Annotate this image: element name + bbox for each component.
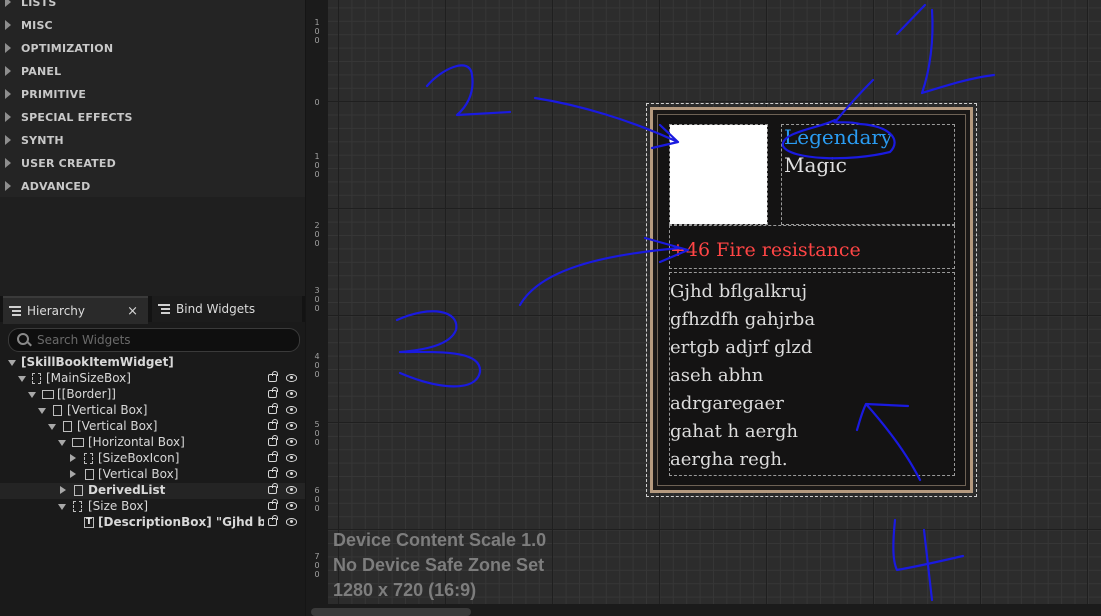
item-icon-box[interactable] xyxy=(669,124,768,225)
expand-arrow-icon[interactable] xyxy=(70,470,76,478)
collapse-arrow-icon[interactable] xyxy=(38,408,46,414)
expand-arrow-icon xyxy=(5,89,11,99)
visibility-eye-icon[interactable] xyxy=(286,406,297,414)
search-widgets-input[interactable] xyxy=(35,331,289,349)
description-line: gfhzdfh gahjrba xyxy=(670,309,816,330)
expand-arrow-icon[interactable] xyxy=(70,454,76,462)
palette-category-special-effects[interactable]: SPECIAL EFFECTS xyxy=(5,107,133,127)
lock-icon[interactable] xyxy=(268,387,278,398)
expand-arrow-icon xyxy=(5,66,11,76)
visibility-eye-icon[interactable] xyxy=(286,502,297,510)
left-panel: LISTS MISC OPTIMIZATION PANEL PRIMITIVE … xyxy=(0,0,305,616)
tab-bind-widgets[interactable]: Bind Widgets xyxy=(152,296,302,322)
description-line: gahat h aergh xyxy=(670,421,798,442)
vertical-box-icon xyxy=(53,405,62,416)
close-tab-icon[interactable]: × xyxy=(127,304,138,319)
visibility-eye-icon[interactable] xyxy=(286,438,297,446)
expand-arrow-icon xyxy=(5,181,11,191)
resolution-text: 1280 x 720 (16:9) xyxy=(333,580,477,600)
search-widgets-box xyxy=(8,328,300,352)
expand-arrow-icon xyxy=(5,0,11,7)
collapse-arrow-icon[interactable] xyxy=(58,504,66,510)
item-stat-text[interactable]: +46 Fire resistance xyxy=(670,239,861,261)
palette-category-user-created[interactable]: USER CREATED xyxy=(5,153,116,173)
lock-icon[interactable] xyxy=(268,499,278,510)
bind-widgets-icon xyxy=(158,304,170,314)
item-rarity-text[interactable]: Legendary xyxy=(784,125,892,149)
lock-icon[interactable] xyxy=(268,467,278,478)
visibility-eye-icon[interactable] xyxy=(286,518,297,526)
horizontal-box-icon xyxy=(72,438,84,447)
description-line: aergha regh. xyxy=(670,449,788,470)
vertical-box-icon xyxy=(85,469,94,480)
search-icon xyxy=(17,333,29,345)
palette-category-advanced[interactable]: ADVANCED xyxy=(5,176,90,196)
visibility-eye-icon[interactable] xyxy=(286,390,297,398)
expand-arrow-icon xyxy=(5,20,11,30)
palette-empty-area xyxy=(0,197,305,296)
palette-category-misc[interactable]: MISC xyxy=(5,15,53,35)
text-block-icon: T xyxy=(84,517,94,528)
tree-item-horizontal-box[interactable]: [Horizontal Box] xyxy=(0,435,305,451)
lock-icon[interactable] xyxy=(268,451,278,462)
visibility-eye-icon[interactable] xyxy=(286,422,297,430)
description-line: adrgaregaer xyxy=(670,393,784,414)
lock-icon[interactable] xyxy=(268,403,278,414)
safe-zone-text: No Device Safe Zone Set xyxy=(333,555,545,575)
horizontal-scrollbar[interactable] xyxy=(306,604,1101,616)
visibility-eye-icon[interactable] xyxy=(286,454,297,462)
collapse-arrow-icon[interactable] xyxy=(8,360,16,366)
lock-icon[interactable] xyxy=(268,483,278,494)
palette-category-optimization[interactable]: OPTIMIZATION xyxy=(5,38,113,58)
expand-arrow-icon xyxy=(5,112,11,122)
description-line: aseh abhn xyxy=(670,365,764,386)
palette-category-primitive[interactable]: PRIMITIVE xyxy=(5,84,86,104)
tree-item-main-size-box[interactable]: [MainSizeBox] xyxy=(0,371,305,387)
tree-item-border[interactable]: [[Border]] xyxy=(0,387,305,403)
vertical-ruler: 1 0 0 0 1 0 0 2 0 0 3 0 0 4 0 0 5 0 0 6 … xyxy=(306,0,329,616)
lock-icon[interactable] xyxy=(268,515,278,526)
visibility-eye-icon[interactable] xyxy=(286,486,297,494)
tree-item-vertical-box[interactable]: [Vertical Box] xyxy=(0,403,305,419)
visibility-eye-icon[interactable] xyxy=(286,374,297,382)
border-widget-icon xyxy=(42,390,54,399)
size-box-icon xyxy=(32,373,41,384)
palette-category-synth[interactable]: SYNTH xyxy=(5,130,64,150)
expand-arrow-icon[interactable] xyxy=(60,486,66,494)
lock-icon[interactable] xyxy=(268,435,278,446)
tree-item-description-box[interactable]: T [DescriptionBox] "Gjhd bflgal xyxy=(0,515,305,531)
tree-item-vertical-box-inner[interactable]: [Vertical Box] xyxy=(0,419,305,435)
size-box-icon xyxy=(84,453,93,464)
item-type-text[interactable]: Magic xyxy=(784,153,847,177)
hierarchy-icon xyxy=(9,306,21,316)
lock-icon[interactable] xyxy=(268,371,278,382)
device-scale-text: Device Content Scale 1.0 xyxy=(333,530,547,550)
tree-item-size-box-icon[interactable]: [SizeBoxIcon] xyxy=(0,451,305,467)
vertical-box-icon xyxy=(63,421,72,432)
expand-arrow-icon xyxy=(5,158,11,168)
expand-arrow-icon xyxy=(5,135,11,145)
collapse-arrow-icon[interactable] xyxy=(48,424,56,430)
panel-tabs: Hierarchy × Bind Widgets xyxy=(0,296,305,324)
collapse-arrow-icon[interactable] xyxy=(28,392,36,398)
palette-category-panel[interactable]: PANEL xyxy=(5,61,61,81)
tree-item-root[interactable]: [SkillBookItemWidget] xyxy=(0,355,305,371)
size-box-icon xyxy=(73,501,82,512)
palette-category-lists[interactable]: LISTS xyxy=(5,0,56,12)
tree-item-vertical-box-text[interactable]: [Vertical Box] xyxy=(0,467,305,483)
collapse-arrow-icon[interactable] xyxy=(18,376,26,382)
collapse-arrow-icon[interactable] xyxy=(58,440,66,446)
lock-icon[interactable] xyxy=(268,419,278,430)
tree-item-size-box[interactable]: [Size Box] xyxy=(0,499,305,515)
visibility-eye-icon[interactable] xyxy=(286,470,297,478)
description-line: Gjhd bflgalkruj xyxy=(670,281,808,302)
expand-arrow-icon xyxy=(5,43,11,53)
tree-item-derived-list[interactable]: DerivedList xyxy=(0,483,305,499)
scrollbar-thumb[interactable] xyxy=(311,608,471,616)
tab-hierarchy[interactable]: Hierarchy × xyxy=(3,296,148,324)
item-widget-preview[interactable]: Legendary Magic +46 Fire resistance Gjhd… xyxy=(646,103,977,497)
widget-palette: LISTS MISC OPTIMIZATION PANEL PRIMITIVE … xyxy=(0,0,305,296)
description-line: ertgb adjrf glzd xyxy=(670,337,813,358)
vertical-box-icon xyxy=(74,485,83,496)
